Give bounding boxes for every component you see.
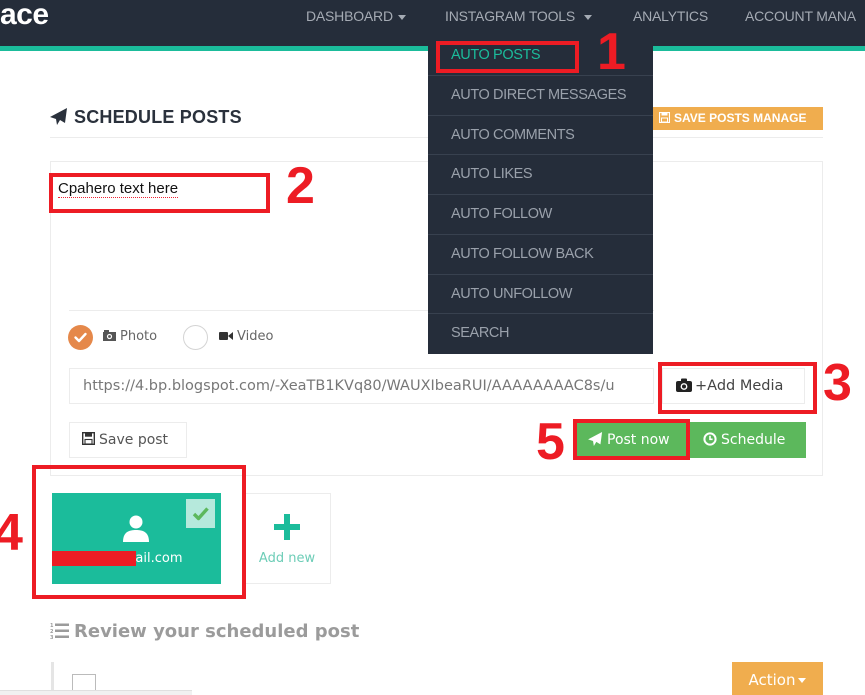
schedule-button[interactable]: Schedule <box>688 422 806 458</box>
menu-item-auto-direct-messages[interactable]: AUTO DIRECT MESSAGES <box>428 76 653 116</box>
menu-item-auto-unfollow[interactable]: AUTO UNFOLLOW <box>428 275 653 315</box>
camera-icon <box>676 378 692 392</box>
add-new-label: Add new <box>258 551 316 566</box>
post-now-label: Post now <box>607 432 670 448</box>
check-icon <box>74 332 87 343</box>
menu-item-auto-likes[interactable]: AUTO LIKES <box>428 155 653 195</box>
camera-icon <box>103 330 116 341</box>
schedule-label: Schedule <box>721 432 786 448</box>
add-new-account-button[interactable] <box>243 493 331 584</box>
nav-account-manager-label: ACCOUNT MANA <box>745 8 856 24</box>
chevron-down-icon <box>798 678 807 683</box>
menu-item-auto-follow[interactable]: AUTO FOLLOW <box>428 195 653 235</box>
brand-logo[interactable]: ace <box>0 0 49 32</box>
paper-plane-icon <box>50 108 67 125</box>
nav-instagram-tools-label: INSTAGRAM TOOLS <box>445 8 576 24</box>
check-icon <box>192 507 209 521</box>
clock-icon <box>703 432 717 446</box>
plus-icon <box>274 514 300 540</box>
menu-item-auto-comments[interactable]: AUTO COMMENTS <box>428 116 653 156</box>
menu-item-auto-posts[interactable]: AUTO POSTS <box>428 36 653 76</box>
paper-plane-icon <box>588 432 603 446</box>
photo-radio[interactable] <box>68 325 93 350</box>
chevron-down-icon <box>397 14 406 20</box>
nav-account-manager[interactable]: ACCOUNT MANA <box>745 0 856 32</box>
save-posts-manage-label: SAVE POSTS MANAGE <box>674 111 807 125</box>
account-selected-checkbox[interactable] <box>186 499 215 528</box>
nav-analytics-label: ANALYTICS <box>633 8 708 24</box>
action-label: Action <box>748 671 796 689</box>
photo-option-label: Photo <box>103 329 157 344</box>
page-title: SCHEDULE POSTS <box>50 107 242 128</box>
menu-item-auto-follow-back[interactable]: AUTO FOLLOW BACK <box>428 235 653 275</box>
save-post-button[interactable]: Save post <box>69 422 187 458</box>
review-title-text: Review your scheduled post <box>74 621 360 642</box>
annotation-number-3: 3 <box>823 354 852 412</box>
instagram-tools-dropdown: AUTO POSTS AUTO DIRECT MESSAGES AUTO COM… <box>428 36 653 354</box>
action-dropdown-button[interactable]: Action <box>732 662 823 695</box>
menu-item-search[interactable]: SEARCH <box>428 314 653 354</box>
video-radio[interactable] <box>183 325 208 350</box>
video-label-text: Video <box>237 329 274 344</box>
caption-textarea[interactable]: Cpahero text here <box>58 180 179 198</box>
add-media-button[interactable]: +Add Media <box>662 368 805 404</box>
video-camera-icon <box>219 332 233 340</box>
video-option-label: Video <box>219 329 273 344</box>
save-post-label: Save post <box>99 432 169 448</box>
chevron-down-icon <box>584 14 593 20</box>
nav-dashboard-label: DASHBOARD <box>306 8 393 24</box>
horizontal-scrollbar[interactable] <box>0 690 192 695</box>
nav-analytics[interactable]: ANALYTICS <box>633 0 708 32</box>
nav-instagram-tools[interactable]: INSTAGRAM TOOLS <box>445 0 593 32</box>
redaction-bar <box>52 551 136 566</box>
ordered-list-icon: 123 <box>50 623 69 641</box>
save-posts-manage-button[interactable]: SAVE POSTS MANAGE <box>653 107 823 130</box>
post-now-button[interactable]: Post now <box>576 422 686 458</box>
add-media-label: +Add Media <box>695 378 784 394</box>
floppy-disk-icon <box>658 111 671 124</box>
annotation-number-4: 4 <box>0 504 23 562</box>
svg-text:3: 3 <box>50 635 54 639</box>
caption-text: Cpahero text here <box>58 180 179 198</box>
user-icon <box>123 515 149 542</box>
review-section-title: 1 2 3 Review your scheduled post <box>50 621 359 642</box>
nav-dashboard[interactable]: DASHBOARD <box>306 0 406 32</box>
photo-label-text: Photo <box>120 329 158 344</box>
floppy-disk-icon <box>81 431 96 446</box>
media-url-input[interactable]: https://4.bp.blogspot.com/-XeaTB1KVq80/W… <box>69 368 654 404</box>
page-title-text: SCHEDULE POSTS <box>74 107 242 127</box>
